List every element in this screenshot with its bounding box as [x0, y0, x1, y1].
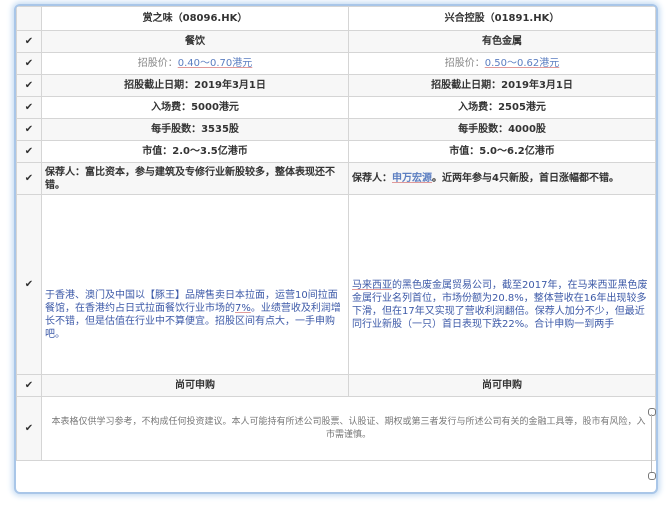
check-icon: ✔: [24, 58, 34, 69]
row-checkbox[interactable]: ✔: [16, 52, 42, 75]
row-checkbox[interactable]: ✔: [16, 30, 42, 53]
country-link: 马来西亚: [352, 279, 392, 291]
market-cap-right: 市值：5.0～6.2亿港币: [348, 140, 656, 163]
price-left: 招股价：0.40～0.70港元: [41, 52, 349, 75]
price-row: ✔ 招股价：0.40～0.70港元 招股价：0.50～0.62港元: [16, 52, 656, 75]
price-value-right: 0.50～0.62港元: [484, 58, 560, 69]
row-checkbox[interactable]: ✔: [16, 374, 42, 397]
sponsor-row: ✔ 保荐人：富比资本，参与建筑及专修行业新股较多，整体表现还不错。 保荐人：申万…: [16, 162, 656, 195]
market-share-value: 7%: [235, 302, 251, 314]
sponsor-prefix: 保荐人：: [352, 173, 392, 184]
business-right: 马来西亚的黑色废金属贸易公司，截至2017年，在马来西亚黑色废金属行业名列首位，…: [348, 194, 656, 375]
market-cap-row: ✔ 市值：2.0～3.5亿港币 市值：5.0～6.2亿港币: [16, 140, 656, 163]
market-cap-left: 市值：2.0～3.5亿港币: [41, 140, 349, 163]
check-icon: ✔: [24, 173, 34, 184]
check-icon: ✔: [24, 80, 34, 91]
sponsor-suffix: 。近两年参与4只新股，首日涨幅都不错。: [432, 173, 619, 184]
business-left: 于香港、澳门及中国以【豚王】品牌售卖日本拉面，运营10间拉面餐馆，在香港约占日式…: [41, 194, 349, 375]
check-icon: ✔: [24, 36, 34, 47]
row-checkbox[interactable]: ✔: [16, 396, 42, 461]
business-right-text: 的黑色废金属贸易公司，截至2017年，在马来西亚黑色废金属行业名列首位，市场份额…: [352, 279, 648, 330]
row-checkbox[interactable]: ✔: [16, 140, 42, 163]
business-row: ✔ 于香港、澳门及中国以【豚王】品牌售卖日本拉面，运营10间拉面餐馆，在香港约占…: [16, 194, 656, 375]
sponsor-name: 申万宏源: [392, 173, 432, 184]
disclaimer-row: ✔ 本表格仅供学习参考，不构成任何投资建议。本人可能持有所述公司股票、认股证、期…: [16, 396, 656, 461]
ipo-comparison-table: 赏之味（08096.HK） 兴合控股（01891.HK） ✔ 餐饮 有色金属 ✔…: [14, 4, 658, 494]
resize-handle-track: [651, 414, 652, 474]
industry-left: 餐饮: [41, 30, 349, 53]
verdict-row: ✔ 尚可申购 尚可申购: [16, 374, 656, 397]
sponsor-right: 保荐人：申万宏源。近两年参与4只新股，首日涨幅都不错。: [348, 162, 656, 195]
industry-row: ✔ 餐饮 有色金属: [16, 30, 656, 53]
deadline-right: 招股截止日期：2019年3月1日: [348, 74, 656, 97]
entry-fee-left: 入场费：5000港元: [41, 96, 349, 119]
sponsor-left: 保荐人：富比资本，参与建筑及专修行业新股较多，整体表现还不错。: [41, 162, 349, 195]
entry-fee-row: ✔ 入场费：5000港元 入场费：2505港元: [16, 96, 656, 119]
price-label: 招股价：: [444, 58, 485, 69]
deadline-left: 招股截止日期：2019年3月1日: [41, 74, 349, 97]
deadline-row: ✔ 招股截止日期：2019年3月1日 招股截止日期：2019年3月1日: [16, 74, 656, 97]
resize-handle-top[interactable]: [648, 408, 656, 416]
check-icon: ✔: [24, 279, 34, 290]
entry-fee-right: 入场费：2505港元: [348, 96, 656, 119]
check-icon: ✔: [24, 124, 34, 135]
resize-handle-bottom[interactable]: [648, 472, 656, 480]
header-checkbox-cell: [16, 6, 42, 31]
row-checkbox[interactable]: ✔: [16, 162, 42, 195]
check-icon: ✔: [24, 380, 34, 391]
verdict-right: 尚可申购: [348, 374, 656, 397]
price-label: 招股价：: [137, 58, 178, 69]
industry-right: 有色金属: [348, 30, 656, 53]
row-checkbox[interactable]: ✔: [16, 118, 42, 141]
comparison-table: 赏之味（08096.HK） 兴合控股（01891.HK） ✔ 餐饮 有色金属 ✔…: [16, 6, 656, 461]
lot-size-right: 每手股数：4000股: [348, 118, 656, 141]
row-checkbox[interactable]: ✔: [16, 194, 42, 375]
row-checkbox[interactable]: ✔: [16, 74, 42, 97]
lot-size-row: ✔ 每手股数：3535股 每手股数：4000股: [16, 118, 656, 141]
row-checkbox[interactable]: ✔: [16, 96, 42, 119]
header-left: 赏之味（08096.HK）: [41, 6, 349, 31]
price-right: 招股价：0.50～0.62港元: [348, 52, 656, 75]
lot-size-left: 每手股数：3535股: [41, 118, 349, 141]
check-icon: ✔: [24, 102, 34, 113]
disclaimer-text: 本表格仅供学习参考，不构成任何投资建议。本人可能持有所述公司股票、认股证、期权或…: [41, 396, 656, 461]
verdict-left: 尚可申购: [41, 374, 349, 397]
check-icon: ✔: [24, 146, 34, 157]
check-icon: ✔: [24, 423, 34, 434]
header-right: 兴合控股（01891.HK）: [348, 6, 656, 31]
price-value-left: 0.40～0.70港元: [177, 58, 253, 69]
header-row: 赏之味（08096.HK） 兴合控股（01891.HK）: [16, 6, 656, 31]
